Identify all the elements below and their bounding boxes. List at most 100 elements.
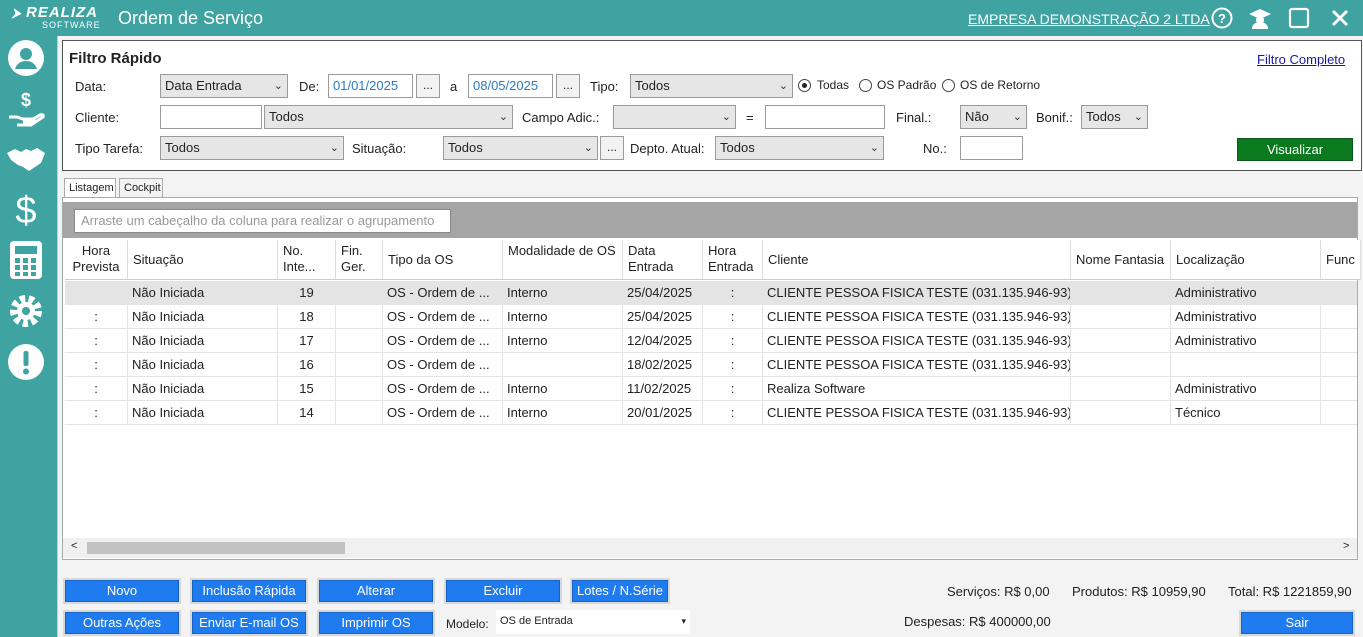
radio-os-retorno[interactable] [942, 79, 955, 92]
bonif-label: Bonif.: [1036, 110, 1073, 125]
maximize-icon[interactable] [1287, 6, 1311, 30]
col-func[interactable]: Func [1321, 240, 1361, 280]
cliente-code-input[interactable] [160, 105, 262, 129]
cliente-select[interactable]: Todos ⌄ [264, 105, 513, 129]
table-cell: Interno [503, 305, 623, 329]
money-hand-icon[interactable]: $ [6, 88, 46, 128]
table-row[interactable]: : Não Iniciada 16 OS - Ordem de ... 18/02/20… [65, 353, 1357, 377]
table-row[interactable]: : Não Iniciada 18 OS - Ordem de ... Interno 2… [65, 305, 1357, 329]
table-row[interactable]: : Não Iniciada 17 OS - Ordem de ... Interno 1… [65, 329, 1357, 353]
tab-cockpit[interactable]: Cockpit [119, 178, 163, 198]
os-grid: Arraste um cabeçalho da coluna para real… [62, 197, 1361, 560]
alert-icon[interactable] [6, 342, 46, 382]
table-cell: Técnico [1171, 401, 1321, 425]
alterar-button[interactable]: Alterar [319, 580, 433, 602]
full-filter-link[interactable]: Filtro Completo [1257, 52, 1345, 67]
dollar-icon[interactable]: $ [6, 189, 46, 229]
app-window: ⮞ REALIZA SOFTWARE Ordem de Serviço EMPR… [0, 0, 1363, 637]
date-from-input[interactable]: 01/01/2025 [328, 74, 413, 98]
imprimir-os-button[interactable]: Imprimir OS [319, 612, 433, 634]
col-fin-ger[interactable]: Fin. Ger. [336, 240, 383, 280]
a-label: a [450, 79, 458, 94]
de-label: De: [299, 79, 320, 94]
table-row[interactable]: : Não Iniciada 15 OS - Ordem de ... Interno 1… [65, 377, 1357, 401]
produtos-total: Produtos: R$ 10959,90 [1072, 584, 1206, 599]
col-data-entrada[interactable]: Data Entrada [623, 240, 703, 280]
col-modalidade[interactable]: Modalidade de OS [503, 240, 623, 280]
situacao-select[interactable]: Todos ⌄ [443, 136, 598, 160]
date-to-input[interactable]: 08/05/2025 [468, 74, 553, 98]
window-title: Ordem de Serviço [118, 8, 264, 28]
calculator-icon[interactable] [6, 240, 46, 280]
novo-button[interactable]: Novo [65, 580, 179, 602]
handshake-icon[interactable] [6, 138, 46, 178]
data-type-select[interactable]: Data Entrada ⌄ [160, 74, 288, 98]
company-link[interactable]: EMPRESA DEMONSTRAÇÃO 2 LTDA [968, 11, 1210, 27]
chevron-down-icon: ⌄ [498, 111, 508, 123]
enviar-email-button[interactable]: Enviar E-mail OS [192, 612, 306, 634]
visualizar-button[interactable]: Visualizar [1237, 138, 1353, 161]
col-nome-fantasia[interactable]: Nome Fantasia [1071, 240, 1171, 280]
logo: ⮞ REALIZA SOFTWARE [12, 4, 101, 30]
tab-listagem[interactable]: Listagem [64, 178, 116, 199]
col-numero[interactable]: No. Inte... [278, 240, 336, 280]
tipo-tarefa-select[interactable]: Todos ⌄ [160, 136, 344, 160]
gear-icon[interactable] [6, 291, 46, 331]
table-cell [1171, 353, 1321, 377]
table-cell [1071, 353, 1171, 377]
chevron-down-icon: ⌄ [1012, 111, 1022, 123]
table-cell: Interno [503, 377, 623, 401]
graduation-icon[interactable] [1248, 6, 1272, 30]
radio-os-padrao[interactable] [859, 79, 872, 92]
table-cell: Interno [503, 401, 623, 425]
scroll-right-icon[interactable]: > [1343, 540, 1349, 552]
date-to-picker-button[interactable]: ... [556, 74, 580, 98]
situacao-more-button[interactable]: ... [600, 136, 624, 160]
sair-button[interactable]: Sair [1241, 612, 1353, 634]
col-localizacao[interactable]: Localização [1171, 240, 1321, 280]
campo-adic-select[interactable]: ⌄ [613, 105, 736, 129]
chevron-down-icon: ⌄ [721, 111, 731, 123]
outras-acoes-button[interactable]: Outras Ações [65, 612, 179, 634]
excluir-button[interactable]: Excluir [446, 580, 560, 602]
inclusao-rapida-button[interactable]: Inclusão Rápida [192, 580, 306, 602]
title-bar: ⮞ REALIZA SOFTWARE Ordem de Serviço EMPR… [0, 0, 1363, 36]
final-select[interactable]: Não ⌄ [960, 105, 1027, 129]
date-from-picker-button[interactable]: ... [416, 74, 440, 98]
scroll-left-icon[interactable]: < [71, 540, 77, 552]
col-hora-prevista[interactable]: Hora Prevista [65, 240, 128, 280]
lotes-button[interactable]: Lotes / N.Série [572, 580, 668, 602]
modelo-select[interactable]: OS de Entrada ▾ [496, 610, 690, 634]
close-icon[interactable] [1328, 6, 1352, 30]
table-row[interactable]: : Não Iniciada 14 OS - Ordem de ... Interno 2… [65, 401, 1357, 425]
table-cell: CLIENTE PESSOA FISICA TESTE (031.135.946… [763, 281, 1071, 305]
col-tipo-os[interactable]: Tipo da OS [383, 240, 503, 280]
table-cell: 25/04/2025 [623, 305, 703, 329]
help-icon[interactable]: ? [1210, 6, 1234, 30]
table-cell: : [65, 377, 128, 401]
group-drop-area[interactable]: Arraste um cabeçalho da coluna para real… [74, 209, 451, 233]
col-cliente[interactable]: Cliente [763, 240, 1071, 280]
table-cell [336, 305, 383, 329]
bonif-select[interactable]: Todos ⌄ [1081, 105, 1148, 129]
tipo-label: Tipo: [590, 79, 619, 94]
scroll-thumb[interactable] [87, 542, 345, 554]
campo-adic-label: Campo Adic.: [522, 110, 600, 125]
campo-adic-input[interactable] [765, 105, 885, 129]
dropdown-arrow-icon: ▾ [681, 616, 686, 626]
servicos-total: Serviços: R$ 0,00 [947, 584, 1050, 599]
table-cell [336, 281, 383, 305]
grand-total: Total: R$ 1221859,90 [1228, 584, 1352, 599]
radio-todas[interactable] [798, 79, 811, 92]
table-cell: : [65, 305, 128, 329]
tipo-select[interactable]: Todos ⌄ [630, 74, 793, 98]
data-label: Data: [75, 79, 107, 94]
depto-select[interactable]: Todos ⌄ [715, 136, 884, 160]
table-cell: CLIENTE PESSOA FISICA TESTE (031.135.946… [763, 401, 1071, 425]
horizontal-scrollbar[interactable]: < > [63, 538, 1357, 558]
col-hora-entrada[interactable]: Hora Entrada [703, 240, 763, 280]
table-row[interactable]: Não Iniciada 19 OS - Ordem de ... Interno 25… [65, 281, 1357, 305]
no-input[interactable] [960, 136, 1023, 160]
col-situacao[interactable]: Situação [128, 240, 278, 280]
user-icon[interactable] [6, 38, 46, 78]
